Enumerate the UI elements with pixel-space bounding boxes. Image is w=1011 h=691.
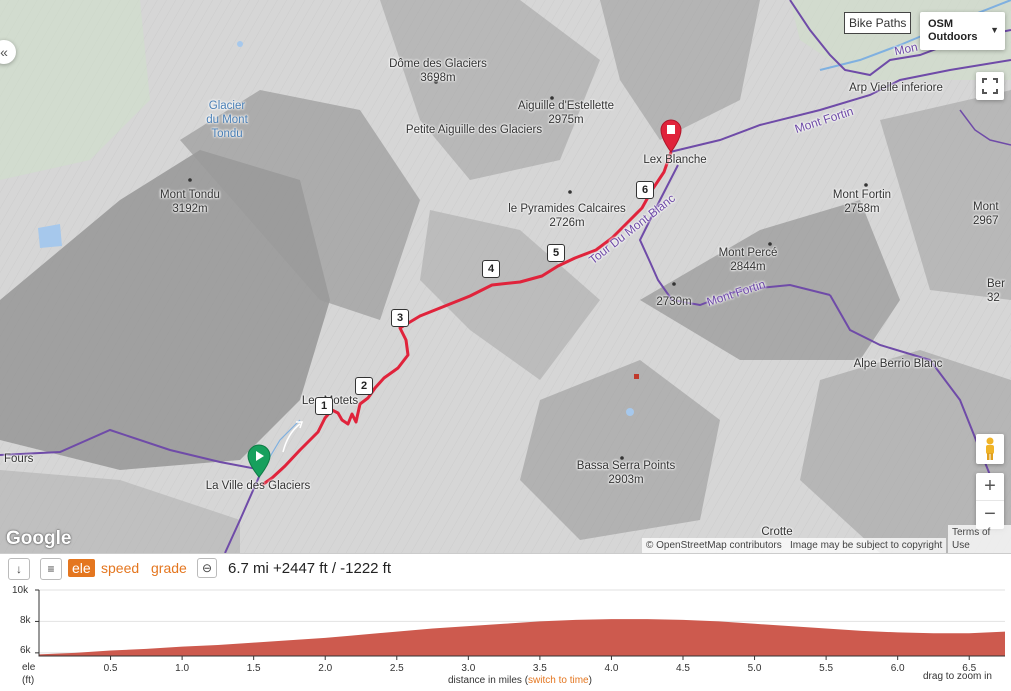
bike-paths-button[interactable]: Bike Paths (844, 12, 912, 34)
elevation-area (39, 619, 1005, 656)
label-alpe-berrio-blanc: Alpe Berrio Blanc (853, 358, 943, 370)
x-axis-label-text: distance in miles (448, 675, 522, 686)
label-petite-aiguille: Petite Aiguille des Glaciers (405, 124, 543, 136)
label-lex-blanche: Lex Blanche (643, 154, 707, 166)
label-fours: Fours (4, 453, 34, 465)
x-tick-label: 5.5 (819, 663, 833, 674)
x-tick-label: 3.0 (461, 663, 475, 674)
waypoint-marker[interactable]: 2 (355, 377, 373, 395)
label-mont-tondu: Mont Tondu 3192m (160, 189, 220, 215)
x-tick-label: 6.0 (891, 663, 905, 674)
label-crotte: Crotte (761, 526, 793, 538)
x-tick-label: 3.5 (533, 663, 547, 674)
start-marker-icon[interactable] (247, 444, 271, 478)
label-mont-fortin: Mont Fortin 2758m (832, 189, 892, 215)
zoom-control: + − (976, 473, 1004, 529)
zoom-hint: drag to zoom in (923, 671, 992, 682)
waypoint-marker[interactable]: 4 (482, 260, 500, 278)
x-tick-label: 2.5 (390, 663, 404, 674)
label-dome-des-glaciers: Dôme des Glaciers 3698m (389, 58, 487, 84)
x-tick-label: 1.0 (175, 663, 189, 674)
waypoint-marker[interactable]: 6 (636, 181, 654, 199)
x-tick-label: 2.0 (318, 663, 332, 674)
street-view-pegman-button[interactable] (976, 434, 1004, 464)
switch-to-time-link[interactable]: switch to time (528, 675, 589, 686)
label-arp-vielle: Arp Vielle inferiore (849, 82, 943, 94)
basemap-select[interactable]: OSM Outdoors ▼ (920, 12, 1005, 50)
x-tick-label: 0.5 (104, 663, 118, 674)
label-mont-perce: Mont Percé 2844m (718, 247, 778, 273)
elevation-profile-panel: ↓ ≡ ele speed grade ⊖ 6.7 mi +2447 ft / … (0, 553, 1011, 691)
x-tick-label: 1.5 (247, 663, 261, 674)
waypoint-marker[interactable]: 5 (547, 244, 565, 262)
x-axis-label: distance in miles (switch to time) (448, 675, 592, 686)
elevation-chart[interactable]: 0.5 1.0 1.5 2.0 2.5 3.0 3.5 4.0 4.5 5.0 5.5 6.0 6.5 (0, 554, 1011, 691)
x-tick-label: 5.0 (748, 663, 762, 674)
waypoint-marker[interactable]: 3 (391, 309, 409, 327)
x-tick-label: 4.5 (676, 663, 690, 674)
label-la-ville-des-glaciers: La Ville des Glaciers (205, 480, 311, 492)
chevron-down-icon: ▼ (990, 25, 999, 35)
attribution-osm[interactable]: © OpenStreetMap contributors (642, 538, 786, 553)
fullscreen-button[interactable] (976, 72, 1004, 100)
x-tick-label: 4.0 (604, 663, 618, 674)
zoom-in-button[interactable]: + (976, 473, 1004, 501)
google-logo: Google (6, 528, 72, 549)
label-pyramides-calcaires: le Pyramides Calcaires 2726m (508, 203, 626, 229)
pegman-icon (986, 437, 994, 460)
fullscreen-icon (982, 78, 998, 94)
direction-arrow-icon (282, 421, 304, 453)
label-glacier-mont-tondu: Glacier du Mont Tondu (206, 100, 248, 140)
basemap-select-line1: OSM (928, 18, 954, 30)
attribution-terms[interactable]: Terms of Use (948, 525, 1011, 553)
label-ber-edge: Ber 32 (987, 278, 1005, 304)
attribution-copyright: Image may be subject to copyright (786, 538, 947, 553)
label-2730m: 2730m (656, 296, 692, 308)
label-mont-edge: Mont 2967 (973, 201, 999, 227)
basemap-select-line2: Outdoors (928, 31, 978, 43)
waypoint-marker[interactable]: 1 (315, 397, 333, 415)
end-marker-icon[interactable] (660, 119, 682, 153)
label-bassa-serra-points: Bassa Serra Points 2903m (576, 460, 676, 486)
map-view[interactable]: Dôme des Glaciers 3698m Aiguille d'Estell… (0, 0, 1011, 553)
